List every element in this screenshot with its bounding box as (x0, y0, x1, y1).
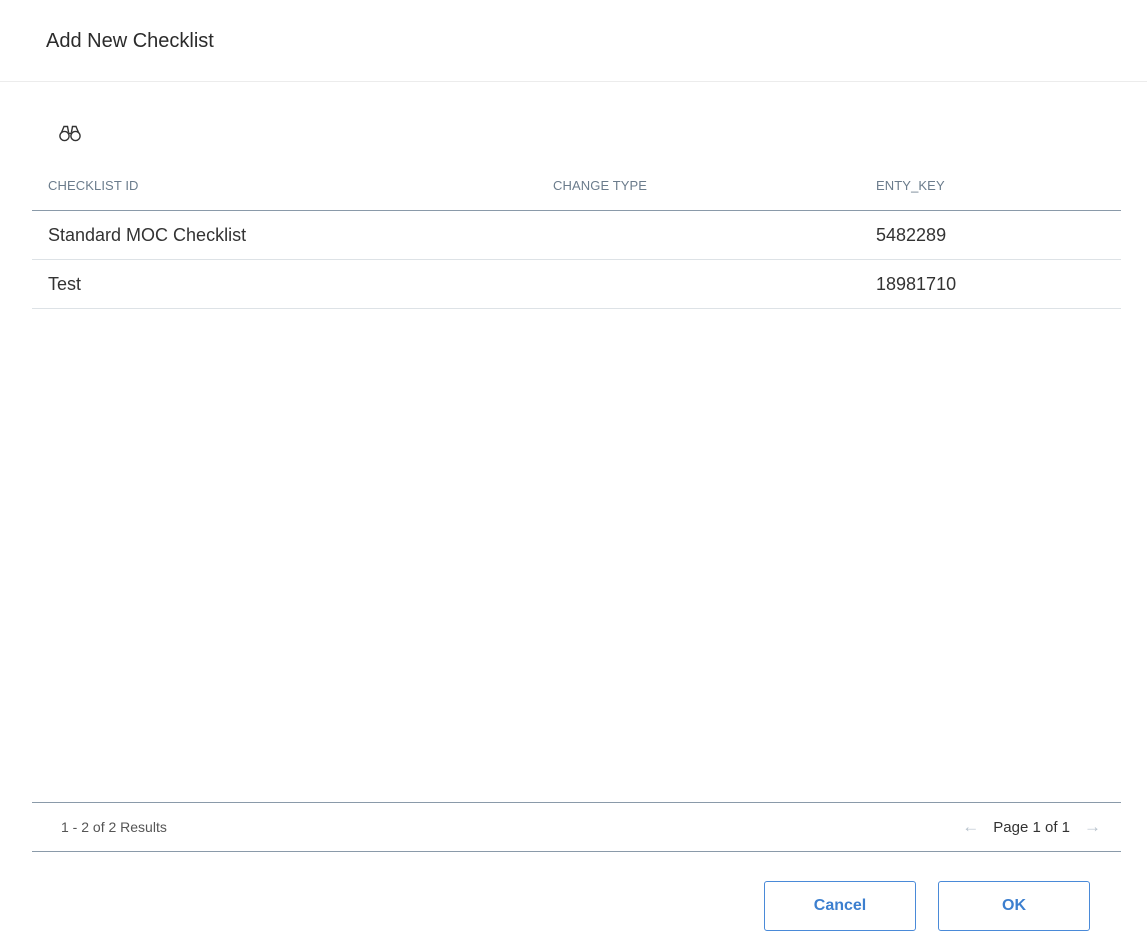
checklist-grid: CHECKLIST ID CHANGE TYPE ENTY_KEY Standa… (32, 164, 1121, 309)
arrow-left-icon[interactable]: ← (958, 817, 983, 837)
table-row[interactable]: Test 18981710 (32, 260, 1121, 309)
ok-button[interactable]: OK (938, 881, 1090, 931)
column-header-change-type[interactable]: CHANGE TYPE (553, 178, 647, 193)
cell-enty-key: 5482289 (876, 225, 947, 245)
pager: ← Page 1 of 1 → (958, 817, 1105, 837)
page-label: Page 1 of 1 (993, 818, 1070, 836)
cell-checklist-id: Test (48, 274, 82, 294)
search-button[interactable] (56, 120, 84, 146)
dialog-title: Add New Checklist (46, 30, 214, 52)
arrow-right-icon[interactable]: → (1080, 817, 1105, 837)
column-header-enty-key[interactable]: ENTY_KEY (876, 178, 945, 193)
cell-checklist-id: Standard MOC Checklist (48, 225, 247, 245)
cell-enty-key: 18981710 (876, 274, 957, 294)
column-header-checklist-id[interactable]: CHECKLIST ID (48, 178, 139, 193)
result-count: 1 - 2 of 2 Results (61, 819, 167, 835)
table-row[interactable]: Standard MOC Checklist 5482289 (32, 211, 1121, 260)
grid-footer: 1 - 2 of 2 Results ← Page 1 of 1 → (32, 802, 1121, 852)
cancel-button[interactable]: Cancel (764, 881, 916, 931)
dialog-header: Add New Checklist (0, 0, 1147, 82)
binoculars-icon (59, 125, 81, 142)
grid-header-row: CHECKLIST ID CHANGE TYPE ENTY_KEY (32, 164, 1121, 211)
